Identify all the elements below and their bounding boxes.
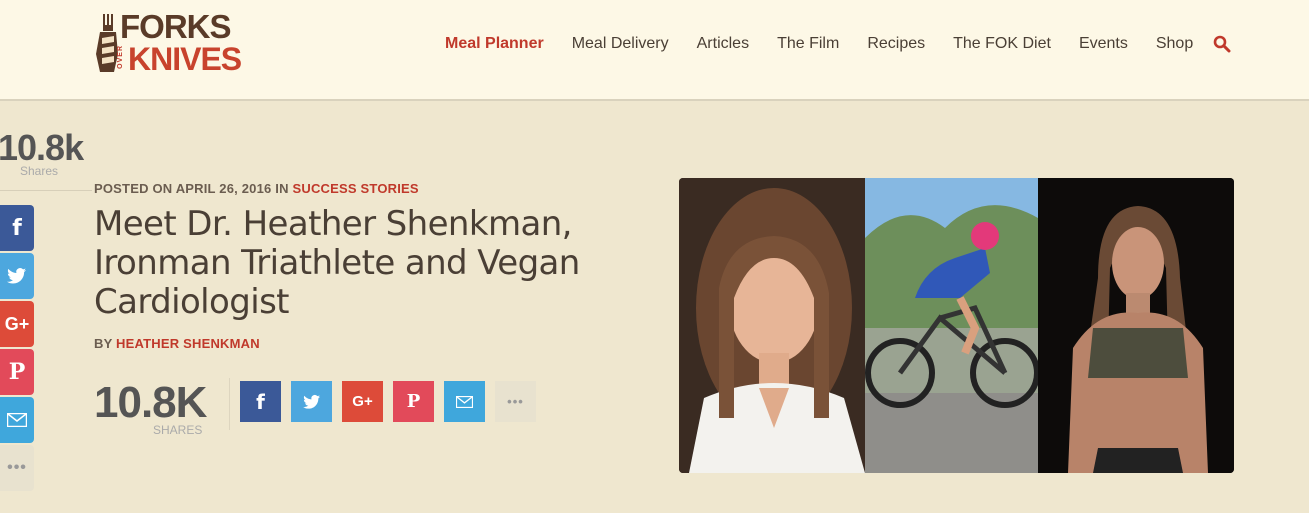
article-byline: BY HEATHER SHENKMAN: [94, 336, 260, 351]
more-icon: •••: [7, 459, 27, 476]
athlete-photo: [1038, 178, 1234, 473]
nav-item-the-film[interactable]: The Film: [777, 35, 839, 53]
nav-item-events[interactable]: Events: [1079, 35, 1128, 53]
nav-item-fok-diet[interactable]: The FOK Diet: [953, 35, 1051, 53]
author-link[interactable]: HEATHER SHENKMAN: [116, 336, 260, 351]
inline-share-label: SHARES: [153, 423, 203, 437]
facebook-share-button[interactable]: f: [240, 381, 281, 422]
side-more-button[interactable]: •••: [0, 445, 34, 491]
post-category-link[interactable]: SUCCESS STORIES: [293, 181, 419, 196]
google-plus-icon: G+: [352, 393, 373, 410]
side-email-button[interactable]: [0, 397, 34, 443]
google-plus-icon: G+: [4, 313, 30, 334]
more-icon: •••: [507, 394, 524, 409]
side-pinterest-button[interactable]: P: [0, 349, 34, 395]
inline-share-buttons: f G+ P •••: [240, 381, 546, 422]
floating-share-bar: 10.8k Shares f G+ P •••: [0, 127, 92, 491]
search-icon[interactable]: [1213, 35, 1231, 53]
side-divider: [0, 190, 92, 191]
portrait-illustration: [679, 178, 865, 473]
article-hero-image: [679, 178, 1234, 473]
email-share-button[interactable]: [444, 381, 485, 422]
twitter-share-button[interactable]: [291, 381, 332, 422]
share-divider: [229, 378, 230, 430]
side-share-count: 10.8k: [0, 127, 84, 168]
pinterest-icon: P: [8, 359, 26, 385]
portrait-photo: [679, 178, 865, 473]
twitter-icon: [7, 268, 26, 284]
logo-over-text: OVER: [117, 45, 124, 69]
logo-forks-text: FORKS: [120, 8, 231, 45]
site-logo[interactable]: FORKS OVER KNIVES: [94, 8, 254, 77]
logo-knives-text: KNIVES: [128, 41, 242, 77]
site-header: FORKS OVER KNIVES Meal Planner Meal Deli…: [0, 0, 1309, 101]
pinterest-share-button[interactable]: P: [393, 381, 434, 422]
email-icon: [456, 395, 473, 408]
post-date: POSTED ON APRIL 26, 2016 IN: [94, 181, 289, 196]
side-share-buttons: f G+ P •••: [0, 205, 34, 493]
article-title: Meet Dr. Heather Shenkman, Ironman Triat…: [94, 204, 580, 322]
google-plus-share-button[interactable]: G+: [342, 381, 383, 422]
side-facebook-button[interactable]: f: [0, 205, 34, 251]
main-nav: Meal Planner Meal Delivery Articles The …: [445, 33, 1231, 55]
email-icon: [7, 413, 27, 427]
nav-item-meal-planner[interactable]: Meal Planner: [445, 35, 544, 53]
facebook-icon: f: [256, 389, 265, 414]
inline-share-count: 10.8K: [94, 378, 207, 427]
pinterest-icon: P: [406, 391, 421, 412]
facebook-icon: f: [12, 215, 22, 241]
twitter-icon: [302, 394, 320, 409]
cycling-photo: [865, 178, 1038, 473]
nav-item-meal-delivery[interactable]: Meal Delivery: [572, 35, 669, 53]
nav-item-shop[interactable]: Shop: [1156, 35, 1193, 53]
more-share-button[interactable]: •••: [495, 381, 536, 422]
nav-item-recipes[interactable]: Recipes: [867, 35, 925, 53]
athlete-illustration: [1038, 178, 1234, 473]
byline-prefix: BY: [94, 336, 113, 351]
side-twitter-button[interactable]: [0, 253, 34, 299]
side-google-plus-button[interactable]: G+: [0, 301, 34, 347]
nav-item-articles[interactable]: Articles: [697, 35, 749, 53]
cyclist-illustration: [865, 178, 1038, 473]
post-meta: POSTED ON APRIL 26, 2016 IN SUCCESS STOR…: [94, 181, 419, 196]
